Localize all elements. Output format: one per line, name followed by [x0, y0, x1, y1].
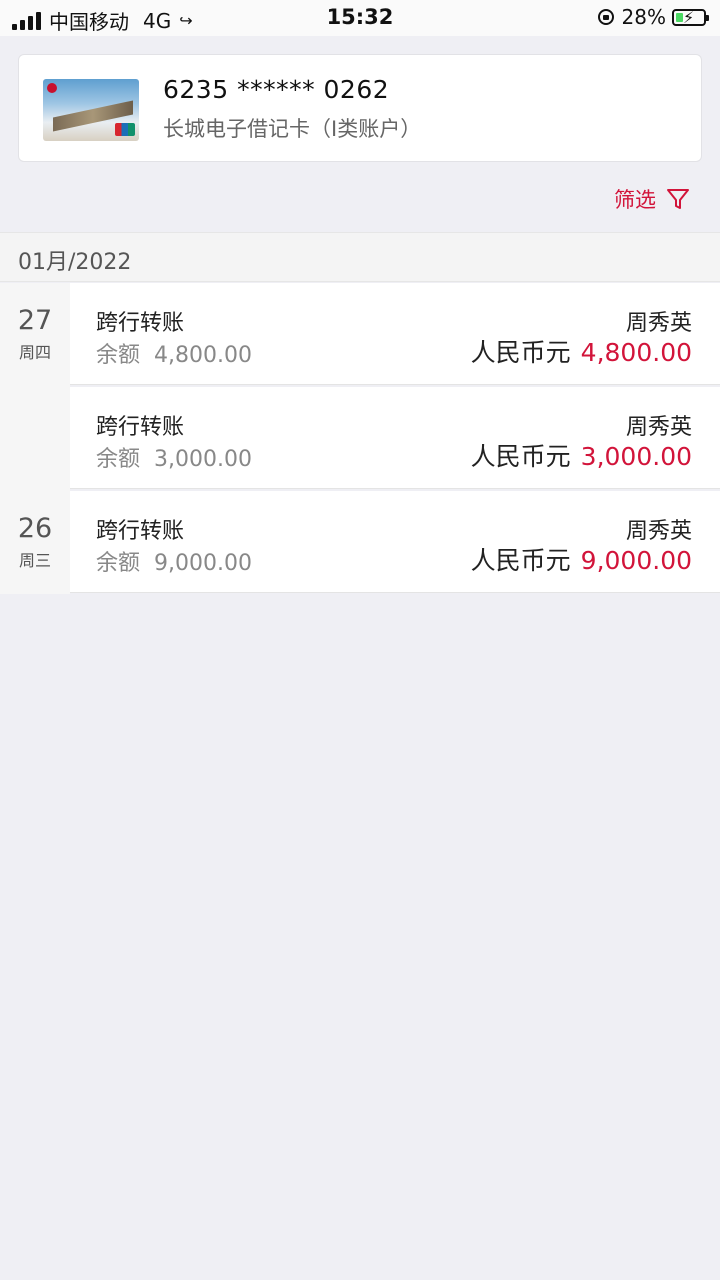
currency-label: 人民币元 [470, 546, 571, 575]
transaction-type: 跨行转账 [96, 415, 185, 440]
transaction-type: 跨行转账 [96, 311, 185, 336]
battery-fill [676, 12, 683, 22]
transaction-type: 跨行转账 [96, 519, 185, 544]
card-type: 长城电子借记卡（I类账户） [163, 117, 422, 141]
transaction-balance: 余额 3,000.00 [96, 441, 252, 473]
rotation-lock-icon [597, 9, 614, 25]
filter-icon [667, 189, 689, 209]
balance-value: 4,800.00 [154, 343, 252, 368]
transaction-row[interactable]: 跨行转账 余额 9,000.00 周秀英 人民币元 9,000.00 [70, 491, 720, 593]
amount-value: 9,000.00 [580, 546, 692, 575]
day-weekday: 周四 [18, 343, 51, 362]
filter-label: 筛选 [614, 188, 656, 212]
balance-value: 3,000.00 [154, 447, 252, 472]
transaction-row[interactable]: 跨行转账 余额 4,800.00 周秀英 人民币元 4,800.00 [70, 283, 720, 385]
transaction-amount: 人民币元 9,000.00 [471, 541, 692, 577]
status-bar: 中国移动 4G ↪ 15:32 28% ⚡ [0, 0, 720, 36]
day-weekday: 周三 [18, 551, 51, 570]
bank-logo [47, 83, 57, 93]
account-card[interactable]: 6235 ****** 0262 长城电子借记卡（I类账户） [18, 54, 702, 162]
filter-button[interactable]: 筛选 [614, 184, 690, 214]
day-number: 27 [17, 305, 53, 336]
card-number: 6235 ****** 0262 [163, 75, 390, 104]
transaction-amount: 人民币元 4,800.00 [471, 333, 692, 369]
balance-label: 余额 [96, 551, 141, 576]
month-header: 01月/2022 [0, 232, 720, 282]
month-label: 01月/2022 [18, 250, 132, 275]
balance-label: 余额 [96, 447, 141, 472]
transaction-balance: 余额 9,000.00 [96, 545, 252, 577]
currency-label: 人民币元 [470, 338, 571, 367]
transaction-row[interactable]: 跨行转账 余额 3,000.00 周秀英 人民币元 3,000.00 [70, 387, 720, 489]
day-number: 26 [17, 513, 53, 544]
unionpay-logo [115, 123, 135, 136]
battery-icon: ⚡ [672, 7, 709, 27]
card-image [43, 79, 139, 141]
currency-label: 人民币元 [470, 442, 571, 471]
amount-value: 4,800.00 [580, 338, 692, 367]
balance-label: 余额 [96, 343, 141, 368]
battery-percent: 28% [621, 5, 666, 29]
charging-icon: ⚡ [683, 7, 695, 27]
status-right: 28% ⚡ [597, 5, 709, 29]
balance-value: 9,000.00 [154, 551, 252, 576]
transaction-balance: 余额 4,800.00 [96, 337, 252, 369]
amount-value: 3,000.00 [580, 442, 692, 471]
transaction-amount: 人民币元 3,000.00 [471, 437, 692, 473]
